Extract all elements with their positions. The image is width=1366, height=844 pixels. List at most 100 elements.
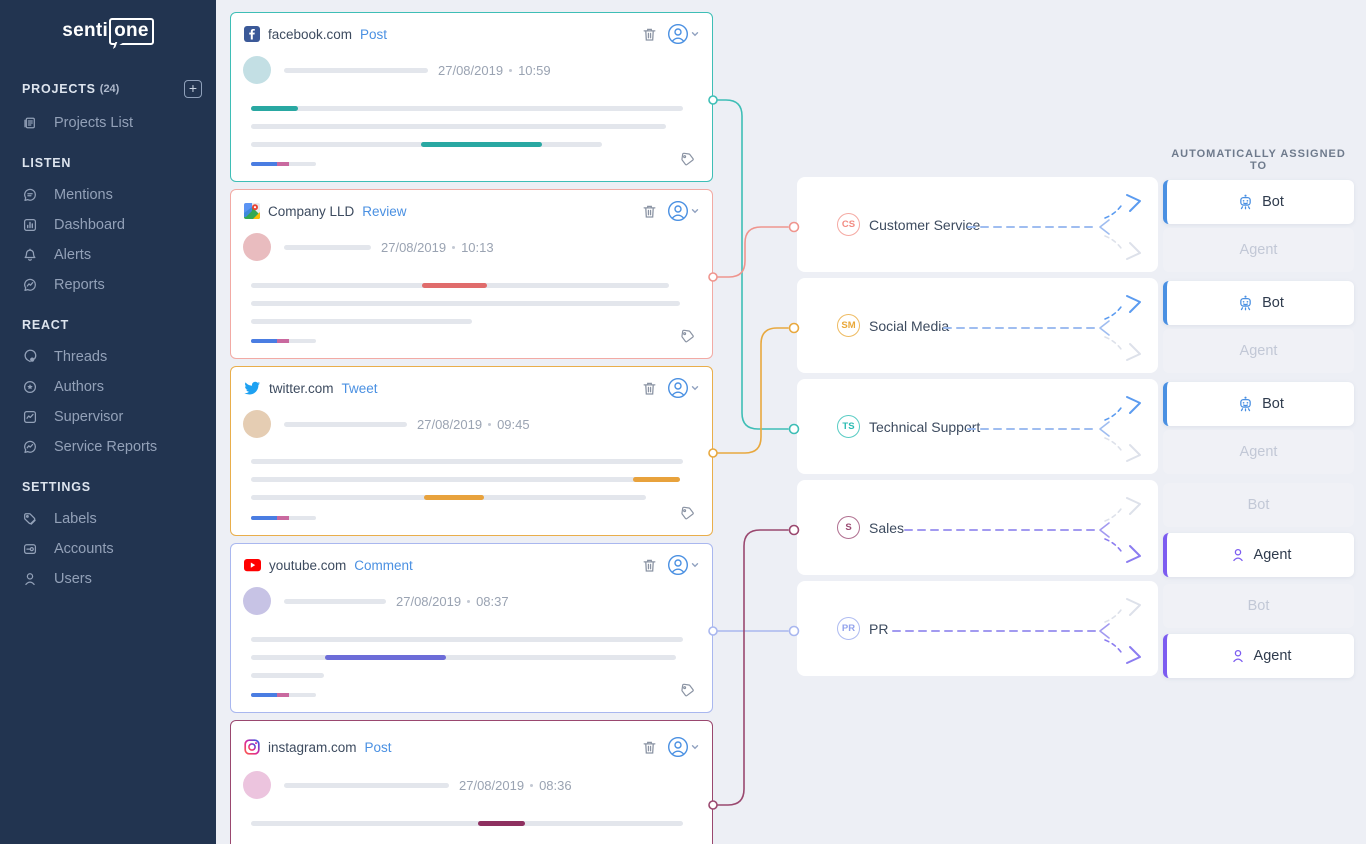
assign-user-button[interactable]	[666, 199, 700, 223]
text-skeleton-line	[251, 301, 680, 306]
card-type-link[interactable]: Review	[362, 204, 406, 219]
tag-icon[interactable]	[679, 682, 696, 704]
mention-card-facebook[interactable]: facebook.com Post 27/08/201910:59	[230, 12, 713, 182]
assignee-agent-technical-support[interactable]: Agent	[1163, 430, 1354, 474]
sidebar-item-supervisor[interactable]: Supervisor	[0, 402, 216, 432]
sidebar-item-labels[interactable]: Labels	[0, 504, 216, 534]
assignee-bot-technical-support[interactable]: Bot	[1163, 382, 1354, 426]
category-row-social-media[interactable]: SM Social Media	[797, 278, 1158, 373]
delete-icon[interactable]	[641, 26, 658, 43]
category-label: PR	[869, 621, 888, 637]
mention-card-review[interactable]: Company LLD Review 27/08/201910:13	[230, 189, 713, 359]
sidebar-item-alerts[interactable]: Alerts	[0, 240, 216, 270]
delete-icon[interactable]	[641, 380, 658, 397]
assignee-bot-pr[interactable]: Bot	[1163, 584, 1354, 628]
assignee-agent-sales[interactable]: Agent	[1163, 533, 1354, 577]
card-source: Company LLD	[268, 204, 354, 219]
assign-user-button[interactable]	[666, 22, 700, 46]
author-avatar	[243, 587, 271, 615]
chevron-down-icon	[690, 560, 700, 570]
sidebar-item-threads[interactable]: Threads	[0, 342, 216, 372]
service-reports-icon	[22, 439, 38, 455]
delete-icon[interactable]	[641, 557, 658, 574]
assignee-agent-pr[interactable]: Agent	[1163, 634, 1354, 678]
sidebar: senti one PROJECTS (24) + Projects List …	[0, 0, 216, 844]
category-badge: SM	[837, 314, 860, 337]
text-skeleton-line	[251, 673, 324, 678]
projects-label: PROJECTS	[22, 82, 96, 96]
mention-card-youtube[interactable]: youtube.com Comment 27/08/201908:37	[230, 543, 713, 713]
category-label: Social Media	[869, 318, 949, 334]
delete-icon[interactable]	[641, 203, 658, 220]
supervisor-icon	[22, 409, 38, 425]
text-skeleton-line	[251, 283, 669, 288]
assign-user-button[interactable]	[666, 553, 700, 577]
sentiment-bar	[251, 162, 316, 166]
card-type-link[interactable]: Comment	[354, 558, 413, 573]
assignee-bot-social-media[interactable]: Bot	[1163, 281, 1354, 325]
labels-icon	[22, 511, 38, 527]
tag-icon[interactable]	[679, 505, 696, 527]
listen-section-header: LISTEN	[0, 156, 216, 170]
settings-section-header: SETTINGS	[0, 480, 216, 494]
mention-card-instagram[interactable]: instagram.com Post 27/08/201908:36	[230, 720, 713, 844]
agent-icon	[1230, 547, 1246, 563]
assignee-bot-customer-service[interactable]: Bot	[1163, 180, 1354, 224]
assigned-column-header: AUTOMATICALLY ASSIGNED TO	[1163, 148, 1354, 172]
sentiment-bar	[251, 516, 316, 520]
card-type-link[interactable]: Post	[365, 740, 392, 755]
assignee-agent-social-media[interactable]: Agent	[1163, 329, 1354, 373]
category-row-customer-service[interactable]: CS Customer Service	[797, 177, 1158, 272]
assignee-agent-customer-service[interactable]: Agent	[1163, 228, 1354, 272]
sidebar-item-accounts[interactable]: Accounts	[0, 534, 216, 564]
sidebar-item-users[interactable]: Users	[0, 564, 216, 594]
card-date: 27/08/201909:45	[417, 417, 530, 432]
text-skeleton-line	[251, 142, 602, 147]
card-source: instagram.com	[268, 740, 357, 755]
text-skeleton-line	[251, 477, 680, 482]
sidebar-item-reports[interactable]: Reports	[0, 270, 216, 300]
sentione-logo: senti one	[0, 0, 216, 62]
assignee-bot-sales[interactable]: Bot	[1163, 483, 1354, 527]
logo-text-left: senti	[62, 20, 108, 42]
text-skeleton-line	[251, 655, 676, 660]
accounts-icon	[22, 541, 38, 557]
card-source: twitter.com	[269, 381, 334, 396]
facebook-icon	[244, 26, 260, 42]
sidebar-item-service-reports[interactable]: Service Reports	[0, 432, 216, 462]
sidebar-item-authors[interactable]: Authors	[0, 372, 216, 402]
author-name-skeleton	[284, 68, 428, 73]
threads-icon	[22, 349, 38, 365]
card-type-link[interactable]: Post	[360, 27, 387, 42]
category-row-sales[interactable]: S Sales	[797, 480, 1158, 575]
sidebar-item-projects-list[interactable]: Projects List	[0, 108, 216, 138]
dashboard-icon	[22, 217, 38, 233]
card-date: 27/08/201908:37	[396, 594, 509, 609]
card-type-link[interactable]: Tweet	[342, 381, 378, 396]
assign-user-button[interactable]	[666, 735, 700, 759]
mention-card-twitter[interactable]: twitter.com Tweet 27/08/201909:45	[230, 366, 713, 536]
author-avatar	[243, 771, 271, 799]
assign-user-button[interactable]	[666, 376, 700, 400]
projects-count: (24)	[100, 83, 120, 95]
sidebar-item-dashboard[interactable]: Dashboard	[0, 210, 216, 240]
tag-icon[interactable]	[679, 328, 696, 350]
category-label: Customer Service	[869, 217, 980, 233]
author-name-skeleton	[284, 245, 371, 250]
youtube-icon	[244, 559, 261, 572]
alerts-icon	[22, 247, 38, 263]
sidebar-item-mentions[interactable]: Mentions	[0, 180, 216, 210]
sentiment-bar	[251, 339, 316, 343]
add-project-button[interactable]: +	[184, 80, 202, 98]
sentiment-bar	[251, 693, 316, 697]
card-source: facebook.com	[268, 27, 352, 42]
authors-icon	[22, 379, 38, 395]
author-name-skeleton	[284, 599, 386, 604]
text-skeleton-line	[251, 106, 683, 111]
category-row-pr[interactable]: PR PR	[797, 581, 1158, 676]
tag-icon[interactable]	[679, 151, 696, 173]
category-row-technical-support[interactable]: TS Technical Support	[797, 379, 1158, 474]
delete-icon[interactable]	[641, 739, 658, 756]
users-icon	[22, 571, 38, 587]
chevron-down-icon	[690, 742, 700, 752]
